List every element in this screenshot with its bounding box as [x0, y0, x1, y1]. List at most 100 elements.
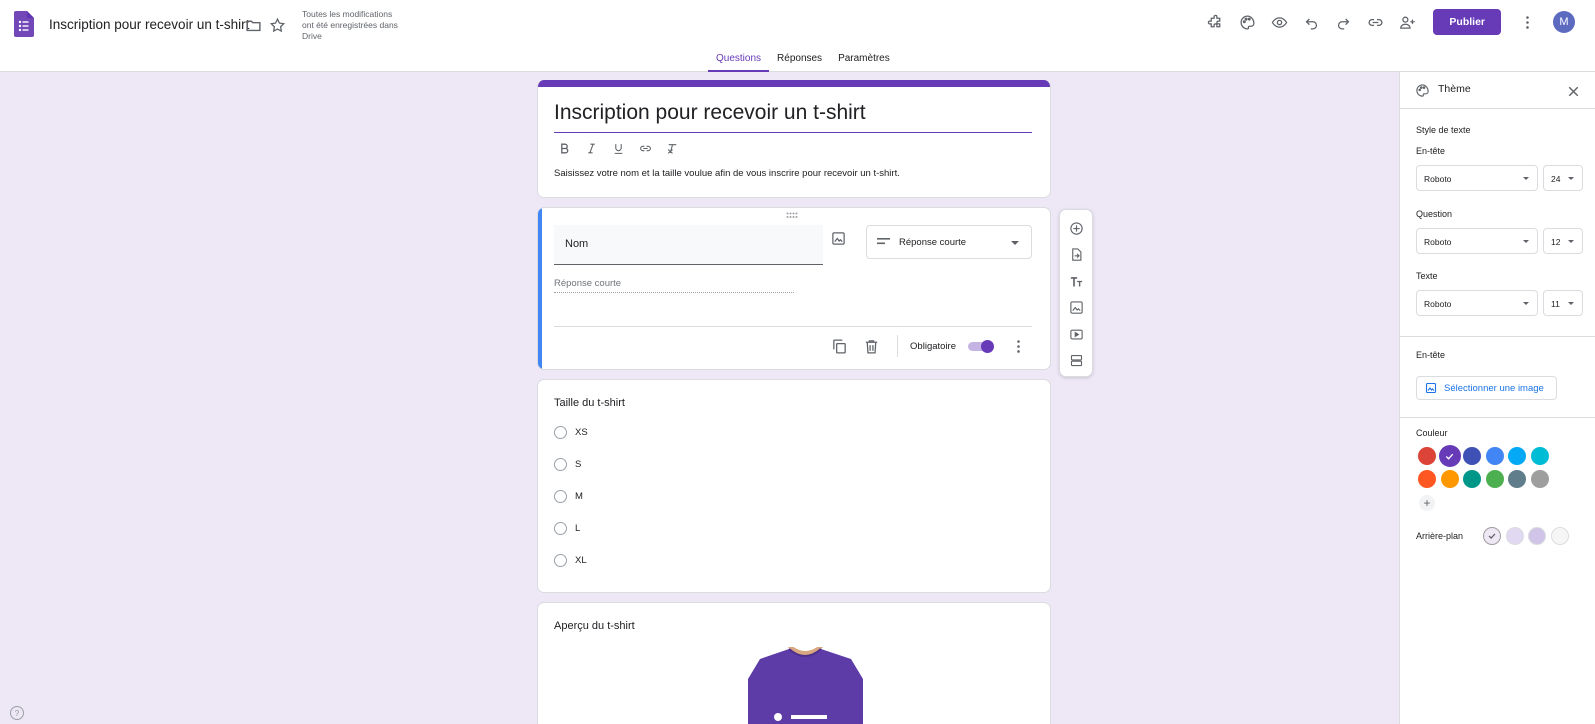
question-card-apercu[interactable]: Aperçu du t-shirt — [537, 602, 1051, 724]
color-swatch[interactable] — [1530, 447, 1549, 465]
background-swatch[interactable] — [1528, 527, 1546, 545]
panel-divider — [1400, 336, 1595, 337]
color-swatch[interactable] — [1508, 447, 1526, 465]
theme-panel-header: Thème — [1400, 72, 1595, 109]
tshirt-image[interactable] — [733, 647, 878, 724]
undo-icon[interactable] — [1297, 8, 1325, 36]
radio-button[interactable] — [554, 490, 567, 503]
header-accent-bar — [538, 80, 1050, 87]
option-label: S — [575, 459, 582, 470]
option-xl[interactable]: XL — [554, 554, 587, 567]
text-font-select[interactable]: Roboto — [1416, 290, 1538, 316]
question-card-taille[interactable]: Taille du t-shirt XS S M L XL — [537, 379, 1051, 593]
question-title-text: Nom — [565, 238, 589, 250]
preview-eye-icon[interactable] — [1265, 8, 1293, 36]
option-l[interactable]: L — [554, 522, 580, 535]
text-size-value: 11 — [1551, 299, 1560, 309]
dropdown-caret-icon — [1523, 177, 1529, 180]
add-question-icon[interactable] — [1063, 215, 1089, 242]
add-image-icon[interactable] — [1063, 295, 1089, 322]
radio-button[interactable] — [554, 554, 567, 567]
header-size-value: 24 — [1551, 174, 1561, 184]
option-label: M — [575, 491, 583, 502]
clear-format-icon[interactable] — [663, 139, 682, 158]
question-footer-divider — [554, 326, 1032, 327]
color-swatch[interactable] — [1485, 470, 1504, 488]
form-title[interactable]: Inscription pour recevoir un t-shirt — [554, 101, 866, 125]
add-collaborator-icon[interactable] — [1393, 8, 1421, 36]
tab-responses[interactable]: Réponses — [769, 48, 830, 72]
save-status: Toutes les modifications ont été enregis… — [302, 9, 398, 41]
color-swatch[interactable] — [1463, 470, 1481, 488]
form-description[interactable]: Saisissez votre nom et la taille voulue … — [554, 168, 900, 179]
palette-icon[interactable] — [1233, 8, 1261, 36]
radio-button[interactable] — [554, 458, 567, 471]
question-title-text: Aperçu du t-shirt — [554, 620, 635, 632]
question-more-icon[interactable] — [1004, 332, 1032, 360]
help-icon[interactable]: ? — [10, 706, 24, 720]
text-size-select[interactable]: 11 — [1543, 290, 1583, 316]
color-swatch[interactable] — [1438, 445, 1461, 467]
insert-link-icon[interactable] — [636, 139, 655, 158]
color-swatch[interactable] — [1418, 470, 1436, 488]
bold-icon[interactable] — [555, 139, 574, 158]
addon-puzzle-icon[interactable] — [1201, 8, 1229, 36]
form-header-card[interactable]: Inscription pour recevoir un t-shirt Sai… — [537, 80, 1051, 198]
image-icon — [1425, 382, 1437, 394]
option-s[interactable]: S — [554, 458, 581, 471]
background-swatch[interactable] — [1505, 527, 1524, 545]
color-swatch[interactable] — [1508, 470, 1526, 488]
top-bar: Inscription pour recevoir un t-shirt Tou… — [0, 0, 1595, 72]
more-vert-icon[interactable] — [1513, 8, 1541, 36]
color-swatch[interactable] — [1418, 447, 1436, 465]
option-xs[interactable]: XS — [554, 426, 588, 439]
color-swatch[interactable] — [1485, 447, 1504, 465]
link-icon[interactable] — [1361, 8, 1389, 36]
tab-settings[interactable]: Paramètres — [830, 48, 898, 72]
active-question-indicator — [538, 208, 542, 369]
radio-button[interactable] — [554, 522, 567, 535]
color-swatch[interactable] — [1440, 470, 1459, 488]
add-title-text-icon[interactable] — [1063, 268, 1089, 295]
select-image-button[interactable]: Sélectionner une image — [1416, 376, 1557, 400]
italic-icon[interactable] — [582, 139, 601, 158]
header-font-select[interactable]: Roboto — [1416, 165, 1538, 191]
question-font-select[interactable]: Roboto — [1416, 228, 1538, 254]
question-size-select[interactable]: 12 — [1543, 228, 1583, 254]
background-swatch[interactable] — [1483, 527, 1501, 545]
redo-icon[interactable] — [1329, 8, 1357, 36]
question-card-nom[interactable]: Nom Réponse courte Réponse courte Obliga… — [537, 207, 1051, 370]
color-swatch[interactable] — [1463, 447, 1481, 465]
add-color-icon[interactable]: + — [1419, 495, 1435, 511]
import-questions-icon[interactable] — [1063, 242, 1089, 269]
color-swatch[interactable] — [1530, 470, 1549, 488]
option-label: XS — [575, 427, 588, 438]
publish-button[interactable]: Publier — [1433, 9, 1501, 35]
required-toggle[interactable] — [968, 339, 994, 353]
header-font-value: Roboto — [1424, 174, 1452, 184]
add-image-icon[interactable] — [831, 231, 846, 246]
tab-questions[interactable]: Questions — [708, 48, 770, 72]
header-size-select[interactable]: 24 — [1543, 165, 1583, 191]
underline-icon[interactable] — [609, 139, 628, 158]
star-icon[interactable] — [263, 11, 291, 39]
question-size-value: 12 — [1551, 237, 1561, 247]
question-title-input[interactable]: Nom — [554, 225, 823, 265]
duplicate-icon[interactable] — [825, 332, 853, 360]
question-type-select[interactable]: Réponse courte — [866, 225, 1032, 259]
panel-divider — [1400, 417, 1595, 418]
header-image-label: En-tête — [1416, 350, 1446, 360]
avatar[interactable]: M — [1553, 11, 1575, 33]
add-video-icon[interactable] — [1063, 321, 1089, 348]
add-section-icon[interactable] — [1063, 348, 1089, 375]
forms-logo-icon[interactable] — [14, 11, 34, 37]
delete-icon[interactable] — [857, 332, 885, 360]
footer-separator — [897, 335, 899, 357]
document-title[interactable]: Inscription pour recevoir un t-shirt — [49, 17, 249, 32]
radio-button[interactable] — [554, 426, 567, 439]
close-icon[interactable] — [1559, 77, 1587, 105]
form-tabs: Questions Réponses Paramètres — [708, 48, 898, 72]
option-m[interactable]: M — [554, 490, 583, 503]
background-swatch[interactable] — [1550, 527, 1569, 545]
drag-handle-icon[interactable] — [786, 212, 798, 219]
